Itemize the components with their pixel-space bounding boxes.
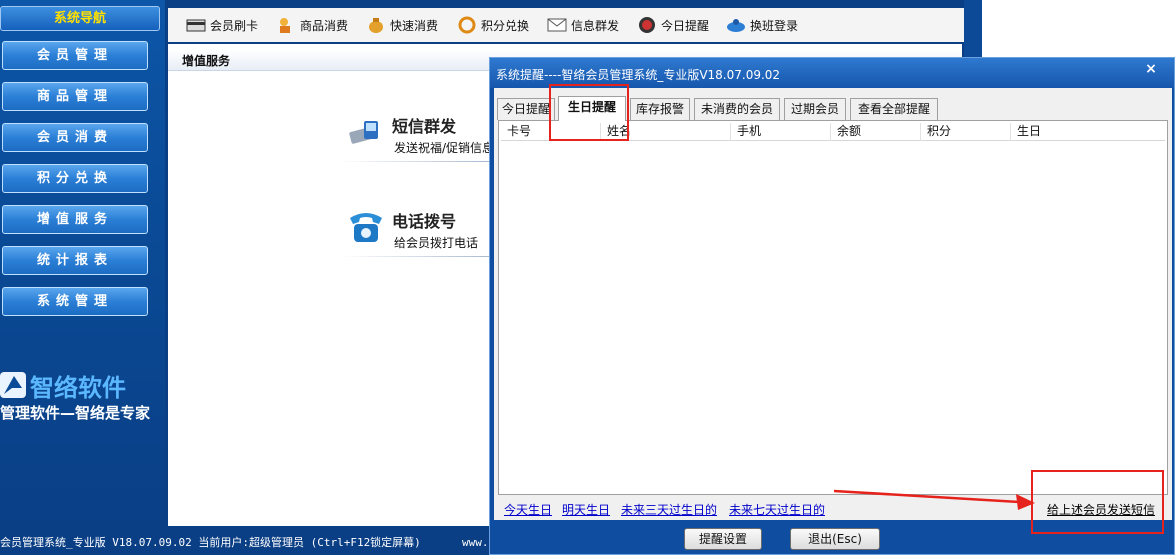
- toolbar-label: 换班登录: [750, 18, 799, 33]
- nav-value-added[interactable]: 增值服务: [2, 205, 148, 234]
- login-icon: [727, 19, 745, 32]
- toolbar-label: 今日提醒: [661, 18, 710, 33]
- annotation-highlight-box: [1031, 470, 1164, 534]
- close-icon[interactable]: ×: [1142, 60, 1160, 78]
- tab-expired-members[interactable]: 过期会员: [784, 98, 846, 120]
- nav-member-consumption[interactable]: 会员消费: [2, 123, 148, 152]
- nav-system-management[interactable]: 系统管理: [2, 287, 148, 316]
- service-title: 电话拨号: [392, 212, 457, 231]
- service-desc: 给会员拨打电话: [394, 236, 479, 250]
- toolbar-product-consumption[interactable]: 商品消费: [276, 14, 348, 36]
- shopping-icon: [280, 18, 290, 33]
- telephone-icon: [350, 213, 382, 242]
- sms-phone-icon: [349, 121, 378, 144]
- nav-product-management[interactable]: 商品管理: [2, 82, 148, 111]
- service-title: 短信群发: [392, 117, 457, 136]
- birthday-list-panel: 卡号 姓名 手机 余额 积分 生日: [498, 120, 1168, 495]
- exchange-icon: [458, 16, 476, 34]
- content-header-title: 增值服务: [182, 54, 231, 68]
- toolbar-label: 商品消费: [300, 18, 349, 33]
- toolbar-label: 积分兑换: [481, 18, 530, 33]
- card-reader-icon: [186, 19, 206, 32]
- toolbar-label: 会员刷卡: [210, 18, 259, 33]
- tab-inactive-members[interactable]: 未消费的会员: [694, 98, 780, 120]
- link-next-3-days-birthday[interactable]: 未来三天过生日的: [621, 501, 717, 518]
- toolbar-points-exchange[interactable]: 积分兑换: [457, 14, 529, 36]
- service-sms[interactable]: 短信群发 发送祝福/促销信息: [340, 113, 494, 165]
- nav-points-exchange[interactable]: 积分兑换: [2, 164, 148, 193]
- link-next-7-days-birthday[interactable]: 未来七天过生日的: [729, 501, 825, 518]
- toolbar-today-reminder[interactable]: 今日提醒: [637, 14, 709, 36]
- divider: [340, 161, 490, 162]
- column-header-balance[interactable]: 余额: [831, 123, 921, 141]
- service-desc: 发送祝福/促销信息: [394, 141, 495, 155]
- divider: [340, 256, 490, 257]
- link-tomorrow-birthday[interactable]: 明天生日: [562, 501, 610, 518]
- sidebar-title: 系统导航: [0, 6, 160, 31]
- brand-name: 智络软件: [30, 374, 126, 402]
- clock-icon: [639, 17, 655, 33]
- tab-today-reminder[interactable]: 今日提醒: [497, 98, 555, 120]
- toolbar-mass-message[interactable]: 信息群发: [547, 14, 619, 36]
- envelope-icon: [547, 18, 567, 32]
- dialog-body: 今日提醒 生日提醒 库存报警 未消费的会员 过期会员 查看全部提醒 卡号 姓名 …: [494, 88, 1172, 520]
- toolbar-label: 信息群发: [571, 18, 620, 33]
- dialog-title: 系统提醒----智络会员管理系统_专业版V18.07.09.02: [496, 68, 781, 82]
- tab-stock-alert[interactable]: 库存报警: [630, 98, 690, 120]
- service-phone-dial[interactable]: 电话拨号 给会员拨打电话: [340, 208, 490, 260]
- tab-birthday-reminder[interactable]: 生日提醒: [558, 96, 626, 121]
- toolbar-label: 快速消费: [390, 18, 439, 33]
- money-bag-icon: [369, 18, 383, 33]
- desktop-background: [982, 0, 1175, 60]
- column-header-phone[interactable]: 手机: [731, 123, 831, 141]
- reminder-settings-button[interactable]: 提醒设置: [684, 528, 762, 550]
- toolbar-shift-login[interactable]: 换班登录: [726, 14, 798, 36]
- link-today-birthday[interactable]: 今天生日: [504, 501, 552, 518]
- toolbar-member-card[interactable]: 会员刷卡: [186, 14, 258, 36]
- nav-reports[interactable]: 统计报表: [2, 246, 148, 275]
- column-header-points[interactable]: 积分: [921, 123, 1011, 141]
- annotation-arrow-icon: [833, 489, 1035, 510]
- exit-button[interactable]: 退出(Esc): [790, 528, 880, 550]
- status-text: 会员管理系统_专业版 V18.07.09.02 当前用户:超级管理员 (Ctrl…: [0, 536, 421, 549]
- toolbar-quick-consumption[interactable]: 快速消费: [366, 14, 438, 36]
- nav-member-management[interactable]: 会员管理: [2, 41, 148, 70]
- tab-all-reminders[interactable]: 查看全部提醒: [850, 98, 938, 120]
- column-header-birthday[interactable]: 生日: [1011, 123, 1161, 141]
- brand-slogan: 管理软件—智络是专家: [0, 404, 151, 422]
